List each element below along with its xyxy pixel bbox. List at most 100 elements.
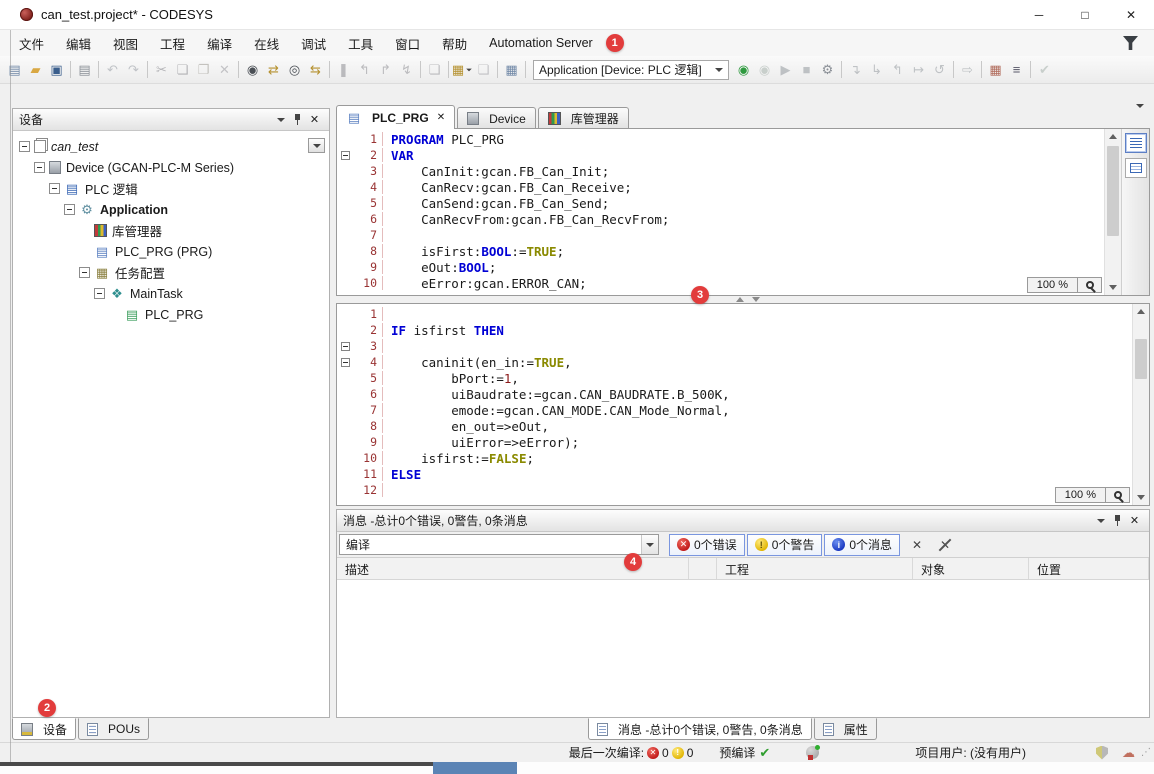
messages-pin-icon[interactable]	[1109, 513, 1126, 529]
devices-dropdown-icon[interactable]	[272, 112, 289, 128]
declaration-zoom-icon[interactable]	[1078, 277, 1102, 293]
menu-item-11[interactable]: Automation Server	[478, 32, 604, 54]
tab-list-dropdown-icon[interactable]	[1136, 108, 1144, 122]
tree-expander-icon[interactable]	[64, 204, 75, 215]
find-in-project-icon[interactable]: ◎	[284, 59, 305, 81]
column-header-对象[interactable]: 对象	[913, 558, 1029, 579]
find-icon[interactable]: ◉	[242, 59, 263, 81]
messages-filter-button[interactable]: i0个消息	[824, 534, 900, 556]
breakpoints-view-icon[interactable]: ▦	[985, 59, 1006, 81]
declaration-code[interactable]: 1PROGRAM PLC_PRG2VAR3 CanInit:gcan.FB_Ca…	[337, 129, 1104, 295]
menu-item-10[interactable]: 帮助	[431, 30, 478, 57]
multi-paste-icon[interactable]: ❏	[424, 59, 445, 81]
stop-icon[interactable]: ■	[796, 59, 817, 81]
declaration-zoom-level[interactable]: 100 %	[1027, 277, 1078, 293]
step-over-icon[interactable]: ↴	[845, 59, 866, 81]
undo-icon[interactable]: ↶	[102, 59, 123, 81]
fold-collapse-icon[interactable]	[341, 151, 350, 160]
active-application-combobox[interactable]: Application [Device: PLC 逻辑]	[533, 60, 729, 80]
tree-item-application[interactable]: ⚙Application	[15, 199, 327, 220]
step-out-icon[interactable]: ↰	[887, 59, 908, 81]
force-values-icon[interactable]: ⇨	[957, 59, 978, 81]
security-shield-icon[interactable]	[1096, 746, 1108, 760]
paste-icon[interactable]: ❐	[193, 59, 214, 81]
dock-tab-pous[interactable]: POUs	[78, 718, 149, 740]
implementation-scrollbar[interactable]	[1132, 304, 1149, 505]
tree-item--[interactable]: 库管理器	[15, 220, 327, 241]
messages-close-icon[interactable]: ✕	[1126, 513, 1143, 529]
open-file-icon[interactable]: ▰	[25, 59, 46, 81]
toggle-bookmark-icon[interactable]: ❚	[333, 59, 354, 81]
menu-item-4[interactable]: 工程	[149, 30, 196, 57]
devices-close-icon[interactable]: ✕	[306, 112, 323, 128]
dock-tab--[interactable]: 属性	[814, 718, 877, 740]
delete-icon[interactable]: ✕	[214, 59, 235, 81]
fold-collapse-icon[interactable]	[341, 342, 350, 351]
tree-item-plc-prg[interactable]: ▤PLC_PRG	[15, 304, 327, 325]
tree-item-device-gcan-plc-m-series-[interactable]: Device (GCAN-PLC-M Series)	[15, 157, 327, 178]
fold-collapse-icon[interactable]	[341, 358, 350, 367]
object-grid-icon[interactable]: ▦	[501, 59, 522, 81]
save-icon[interactable]: ▣	[46, 59, 67, 81]
new-file-icon[interactable]: ▤	[4, 59, 25, 81]
warnings-filter-button[interactable]: !0个警告	[747, 534, 823, 556]
errors-filter-button[interactable]: ✕0个错误	[669, 534, 745, 556]
device-tree-root-dropdown[interactable]	[308, 138, 325, 153]
start-icon[interactable]: ▶	[775, 59, 796, 81]
new-object-icon[interactable]: ▦	[452, 59, 473, 81]
tree-item-can-test[interactable]: can_test	[15, 136, 327, 157]
tree-item--[interactable]: ▦任务配置	[15, 262, 327, 283]
message-category-combobox[interactable]: 编译	[339, 534, 659, 555]
declaration-scrollbar[interactable]	[1104, 129, 1121, 295]
step-into-icon[interactable]: ↳	[866, 59, 887, 81]
implementation-zoom-level[interactable]: 100 %	[1055, 487, 1106, 503]
redo-icon[interactable]: ↷	[123, 59, 144, 81]
tabular-declaration-button[interactable]	[1125, 158, 1147, 178]
menu-item-6[interactable]: 在线	[243, 30, 290, 57]
reset-warm-icon[interactable]: ↺	[929, 59, 950, 81]
print-icon[interactable]: ▤	[74, 59, 95, 81]
messages-list[interactable]	[337, 580, 1149, 717]
editor-tab--[interactable]: 库管理器	[538, 107, 629, 129]
clear-bookmarks-icon[interactable]: ↯	[396, 59, 417, 81]
message-category-dropdown-icon[interactable]	[641, 535, 658, 554]
tree-expander-icon[interactable]	[49, 183, 60, 194]
clear-message-button[interactable]: ✕	[906, 534, 928, 556]
export-object-icon[interactable]: ❏	[473, 59, 494, 81]
textual-declaration-button[interactable]	[1125, 133, 1147, 153]
tree-item-plc-prg-prg-[interactable]: ▤PLC_PRG (PRG)	[15, 241, 327, 262]
replace-icon[interactable]: ⇄	[263, 59, 284, 81]
editor-tab-plc-prg[interactable]: ▤PLC_PRG✕	[336, 105, 455, 129]
dock-tab--[interactable]: 设备	[12, 718, 76, 740]
menu-item-1[interactable]: 文件	[8, 30, 55, 57]
menu-item-7[interactable]: 调试	[290, 30, 337, 57]
implementation-code[interactable]: 12IF isfirst THEN34 caninit(en_in:=TRUE,…	[337, 304, 1132, 505]
tree-expander-icon[interactable]	[34, 162, 45, 173]
login-icon[interactable]: ◉	[733, 59, 754, 81]
generate-code-icon[interactable]: ✔	[1034, 59, 1055, 81]
menu-item-2[interactable]: 编辑	[55, 30, 102, 57]
run-to-cursor-icon[interactable]: ↦	[908, 59, 929, 81]
tree-expander-icon[interactable]	[94, 288, 105, 299]
tree-item-maintask[interactable]: ❖MainTask	[15, 283, 327, 304]
cut-icon[interactable]: ✂	[151, 59, 172, 81]
copy-icon[interactable]: ❏	[172, 59, 193, 81]
tree-item-plc-[interactable]: ▤PLC 逻辑	[15, 178, 327, 199]
dock-tab--0-0-0-[interactable]: 消息 -总计0个错误, 0警告, 0条消息	[588, 718, 812, 740]
combo-dropdown-icon[interactable]	[715, 68, 723, 72]
menu-item-5[interactable]: 编译	[196, 30, 243, 57]
maximize-button[interactable]: □	[1062, 0, 1108, 30]
resize-grip[interactable]: ⋰	[1141, 747, 1151, 758]
editor-splitter[interactable]	[336, 296, 1150, 303]
cloud-status-icon[interactable]: ☁	[1122, 745, 1135, 761]
close-button[interactable]: ✕	[1108, 0, 1154, 30]
next-bookmark-icon[interactable]: ↱	[375, 59, 396, 81]
column-header-spacer[interactable]	[689, 558, 717, 579]
replace-in-project-icon[interactable]: ⇆	[305, 59, 326, 81]
tree-expander-icon[interactable]	[19, 141, 30, 152]
editor-tab-device[interactable]: Device	[457, 107, 536, 129]
breakpoint-settings-icon[interactable]: ⚙	[817, 59, 838, 81]
minimize-button[interactable]: ─	[1016, 0, 1062, 30]
menu-item-8[interactable]: 工具	[337, 30, 384, 57]
messages-dropdown-icon[interactable]	[1092, 513, 1109, 529]
